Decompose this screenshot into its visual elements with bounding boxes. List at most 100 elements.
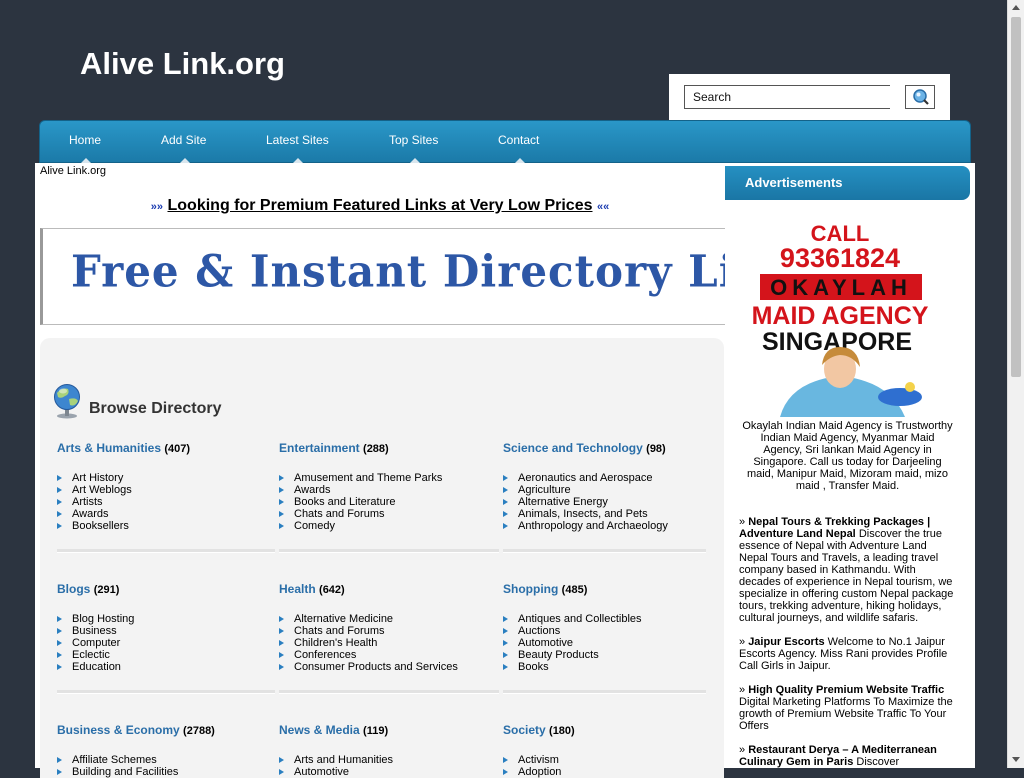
scroll-down-icon[interactable] xyxy=(1012,757,1020,762)
category-science-technology: Science and Technology (98) Aeronautics … xyxy=(503,441,718,532)
subcategory-link[interactable]: Auctions xyxy=(503,625,718,637)
subcategory-link[interactable]: Art History xyxy=(57,472,272,484)
category-count: (291) xyxy=(93,584,120,596)
category-link[interactable]: Science and Technology xyxy=(503,441,643,455)
category-divider xyxy=(279,690,499,694)
subcategory-link[interactable]: Affiliate Schemes xyxy=(57,754,272,766)
breadcrumb[interactable]: Alive Link.org xyxy=(40,165,106,177)
search-box xyxy=(669,74,950,121)
scroll-thumb[interactable] xyxy=(1011,17,1021,377)
subcategory-link[interactable]: Computer xyxy=(57,637,272,649)
sponsored-link-title[interactable]: Restaurant Derya – A Mediterranean Culin… xyxy=(739,744,937,768)
category-entertainment: Entertainment (288) Amusement and Theme … xyxy=(279,441,494,532)
category-divider xyxy=(57,690,275,694)
subcategory-link[interactable]: Anthropology and Archaeology xyxy=(503,520,718,532)
subcategory-link[interactable]: Activism xyxy=(503,754,718,766)
banner-text: Free & Instant Directory List xyxy=(71,245,740,298)
category-divider xyxy=(279,549,499,553)
subcategory-link[interactable]: Conferences xyxy=(279,649,494,661)
nav-top-sites[interactable]: Top Sites xyxy=(389,133,438,164)
sponsored-link[interactable]: » Jaipur Escorts Welcome to No.1 Jaipur … xyxy=(739,636,957,672)
category-link[interactable]: News & Media xyxy=(279,723,360,737)
subcategory-link[interactable]: Awards xyxy=(279,484,494,496)
subcategory-link[interactable]: Arts and Humanities xyxy=(279,754,494,766)
subcategory-link[interactable]: Comedy xyxy=(279,520,494,532)
category-shopping: Shopping (485) Antiques and Collectibles… xyxy=(503,582,718,673)
subcategory-link[interactable]: Chats and Forums xyxy=(279,625,494,637)
subcategory-link[interactable]: Business xyxy=(57,625,272,637)
subcategory-link[interactable]: Automotive xyxy=(503,637,718,649)
subcategory-link[interactable]: Children's Health xyxy=(279,637,494,649)
subcategory-link[interactable]: Aeronautics and Aerospace xyxy=(503,472,718,484)
subcategory-link[interactable]: Books xyxy=(503,661,718,673)
sponsored-link-desc: Discover the true essence of Nepal with … xyxy=(739,528,954,624)
subcategory-link[interactable]: Awards xyxy=(57,508,272,520)
category-divider xyxy=(503,690,706,694)
browse-directory-title: Browse Directory xyxy=(89,400,222,417)
subcategory-link[interactable]: Eclectic xyxy=(57,649,272,661)
nav-latest-sites[interactable]: Latest Sites xyxy=(266,133,329,164)
sponsored-link[interactable]: » Nepal Tours & Trekking Packages | Adve… xyxy=(739,516,957,624)
subcategory-link[interactable]: Agriculture xyxy=(503,484,718,496)
subcategory-link[interactable]: Education xyxy=(57,661,272,673)
category-health: Health (642) Alternative Medicine Chats … xyxy=(279,582,494,673)
ad-caption: Okaylah Indian Maid Agency is Trustworth… xyxy=(742,420,953,492)
page-scrollbar[interactable] xyxy=(1007,0,1024,768)
category-link[interactable]: Society xyxy=(503,723,546,737)
sponsored-link-desc: Discover xyxy=(856,756,900,768)
category-link[interactable]: Entertainment xyxy=(279,441,360,455)
subcategory-link[interactable]: Booksellers xyxy=(57,520,272,532)
site-title[interactable]: Alive Link.org xyxy=(80,46,285,82)
category-divider xyxy=(57,549,275,553)
category-divider xyxy=(503,549,706,553)
nav-home[interactable]: Home xyxy=(69,133,101,164)
search-button[interactable] xyxy=(905,85,935,109)
category-link[interactable]: Shopping xyxy=(503,582,558,596)
promo-link[interactable]: »» Looking for Premium Featured Links at… xyxy=(35,197,725,215)
promo-text[interactable]: Looking for Premium Featured Links at Ve… xyxy=(168,197,593,214)
directory-banner[interactable]: Free & Instant Directory List xyxy=(40,228,740,325)
category-link[interactable]: Health xyxy=(279,582,316,596)
globe-icon xyxy=(54,384,80,419)
subcategory-link[interactable]: Animals, Insects, and Pets xyxy=(503,508,718,520)
main-content: Alive Link.org »» Looking for Premium Fe… xyxy=(35,163,740,778)
subcategory-link[interactable]: Chats and Forums xyxy=(279,508,494,520)
ad-agency-text: MAID AGENCY xyxy=(752,302,929,330)
subcategory-link[interactable]: Alternative Medicine xyxy=(279,613,494,625)
nav-add-site[interactable]: Add Site xyxy=(161,133,206,164)
category-count: (98) xyxy=(646,443,666,455)
subcategory-link[interactable]: Beauty Products xyxy=(503,649,718,661)
category-blogs: Blogs (291) Blog Hosting Business Comput… xyxy=(57,582,272,673)
browse-directory-panel: Browse Directory xyxy=(40,338,724,778)
sponsored-link-title[interactable]: Jaipur Escorts xyxy=(748,636,824,648)
ad-phone-text: 93361824 xyxy=(780,243,900,273)
category-link[interactable]: Business & Economy xyxy=(57,723,180,737)
sponsored-link-title[interactable]: High Quality Premium Website Traffic xyxy=(748,684,944,696)
nav-contact[interactable]: Contact xyxy=(498,133,539,164)
category-news-media: News & Media (119) Arts and Humanities A… xyxy=(279,723,494,778)
subcategory-link[interactable]: Antiques and Collectibles xyxy=(503,613,718,625)
category-count: (119) xyxy=(363,725,389,737)
subcategory-link[interactable]: Books and Literature xyxy=(279,496,494,508)
subcategory-link[interactable]: Consumer Products and Services xyxy=(279,661,494,673)
search-input[interactable] xyxy=(684,85,890,109)
category-link[interactable]: Arts & Humanities xyxy=(57,441,161,455)
subcategory-link[interactable]: Blog Hosting xyxy=(57,613,272,625)
promo-left-arrows: »» xyxy=(150,201,164,213)
maid-agency-ad-image[interactable]: CALL 93361824 OKAYLAH MAID AGENCY SINGAP… xyxy=(740,221,940,417)
subcategory-link[interactable]: Art Weblogs xyxy=(57,484,272,496)
category-link[interactable]: Blogs xyxy=(57,582,90,596)
category-count: (485) xyxy=(561,584,588,596)
scroll-up-icon[interactable] xyxy=(1012,5,1020,10)
magnifier-icon xyxy=(913,89,929,105)
subcategory-link[interactable]: Alternative Energy xyxy=(503,496,718,508)
subcategory-link[interactable]: Artists xyxy=(57,496,272,508)
category-count: (642) xyxy=(319,584,345,596)
category-count: (407) xyxy=(164,443,191,455)
sponsored-link[interactable]: » High Quality Premium Website Traffic D… xyxy=(739,684,957,732)
category-count: (2788) xyxy=(183,725,215,737)
category-business-economy: Business & Economy (2788) Affiliate Sche… xyxy=(57,723,272,778)
sponsored-link[interactable]: » Restaurant Derya – A Mediterranean Cul… xyxy=(739,744,957,768)
subcategory-link[interactable]: Amusement and Theme Parks xyxy=(279,472,494,484)
promo-right-arrows: «« xyxy=(596,201,610,213)
